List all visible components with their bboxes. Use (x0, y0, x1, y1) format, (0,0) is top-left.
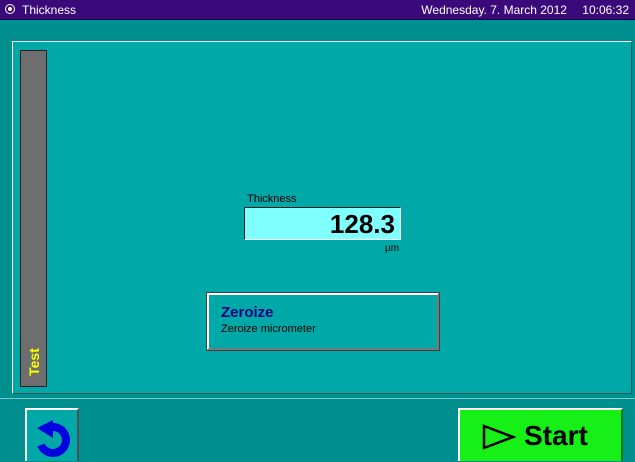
undo-arrow-icon (37, 420, 70, 457)
test-tab-label: Test (25, 348, 42, 376)
zeroize-title: Zeroize (221, 304, 274, 321)
play-outline-icon (482, 424, 516, 450)
time-text: 10:06:32 (582, 3, 629, 17)
zeroize-button[interactable]: Zeroize Zeroize micrometer (206, 292, 440, 351)
radio-dot-icon (5, 4, 15, 14)
thickness-label: Thickness (247, 193, 297, 205)
window-title: Thickness (22, 3, 77, 17)
date-text: Wednesday. 7. March 2012 (421, 3, 567, 17)
unit-label: µm (385, 243, 400, 254)
start-label: Start (524, 420, 588, 451)
start-button[interactable]: Start (458, 408, 623, 461)
thickness-value: 128.3 (329, 209, 395, 239)
test-tab[interactable]: Test (20, 50, 47, 387)
thickness-display: 128.3 (244, 207, 401, 240)
zeroize-subtitle: Zeroize micrometer (221, 323, 316, 335)
datetime-display: Wednesday. 7. March 2012 10:06:32 (421, 3, 629, 17)
back-button[interactable] (25, 408, 79, 461)
title-bar: Thickness Wednesday. 7. March 2012 10:06… (0, 0, 635, 20)
